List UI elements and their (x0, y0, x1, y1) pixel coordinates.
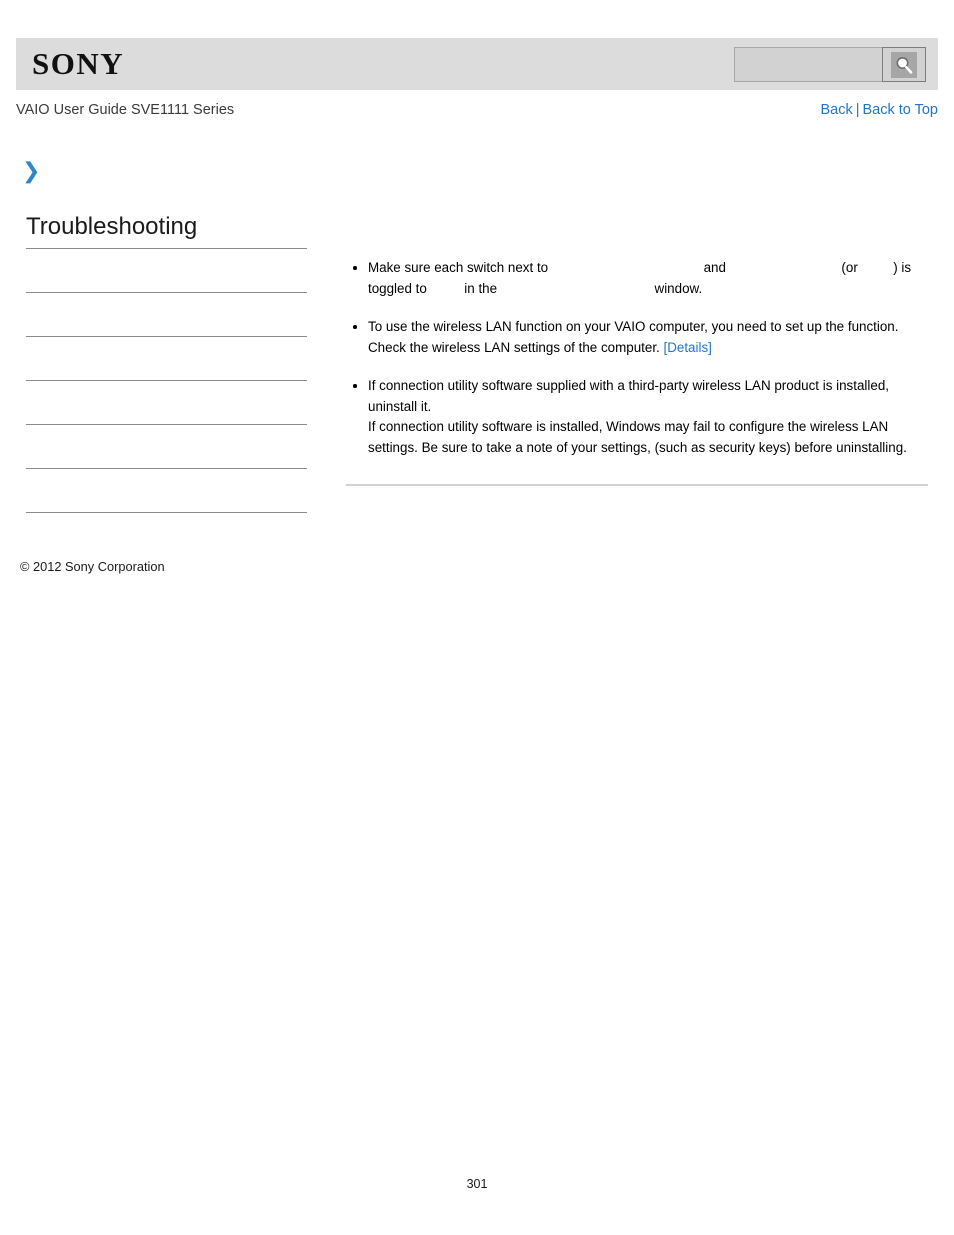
bullet-line-1: If connection utility software supplied … (368, 378, 889, 414)
search-icon (891, 51, 917, 78)
breadcrumb: ❯ (22, 160, 44, 184)
sidebar: Troubleshooting (26, 212, 307, 513)
bullet-line-2: If connection utility software is instal… (368, 419, 907, 455)
bullet-text-or-close: ) is (893, 260, 912, 275)
sidebar-item[interactable] (26, 337, 307, 381)
list-item: To use the wireless LAN function on your… (346, 317, 928, 358)
sidebar-item[interactable] (26, 381, 307, 425)
bullet-line-2: Check the wireless LAN settings of the c… (368, 339, 660, 355)
details-link[interactable]: [Details] (664, 340, 712, 355)
sidebar-item[interactable] (26, 293, 307, 337)
content-divider (346, 484, 928, 486)
bullet-text-prefix: Make sure each switch next to (368, 260, 549, 275)
sony-logo: SONY (32, 46, 125, 81)
copyright-notice: © 2012 Sony Corporation (20, 559, 165, 574)
sidebar-item[interactable] (26, 469, 307, 513)
list-item: If connection utility software supplied … (346, 376, 928, 458)
back-link[interactable]: Back (820, 102, 852, 118)
list-item: Make sure each switch next to and (or ) … (346, 258, 928, 299)
page-number: 301 (466, 1177, 488, 1191)
chevron-right-icon[interactable]: ❯ (22, 161, 40, 183)
bullet-text-or-open: (or (841, 260, 858, 275)
subheader: VAIO User Guide SVE1111 Series Back | Back… (16, 100, 938, 122)
bullet-text-toggled: toggled to (368, 280, 427, 296)
page-title: VAIO User Guide SVE1111 Series (16, 102, 235, 118)
search-button[interactable] (882, 47, 926, 82)
bullet-text-window: window. (654, 280, 703, 296)
site-header: SONY (16, 38, 938, 90)
bullet-line-1: To use the wireless LAN function on your… (368, 319, 899, 334)
search-input[interactable] (734, 47, 882, 82)
back-to-top-link[interactable]: Back to Top (862, 102, 938, 118)
bullet-text-inthe: in the (464, 280, 498, 296)
header-nav: Back | Back to Top (820, 100, 938, 120)
search-group (734, 47, 926, 82)
sidebar-item[interactable] (26, 249, 307, 293)
main-content: Make sure each switch next to and (or ) … (346, 258, 928, 494)
troubleshooting-bullet-list: Make sure each switch next to and (or ) … (346, 258, 928, 458)
sidebar-item[interactable] (26, 425, 307, 469)
sidebar-title: Troubleshooting (26, 212, 307, 249)
bullet-text-and: and (703, 260, 726, 275)
